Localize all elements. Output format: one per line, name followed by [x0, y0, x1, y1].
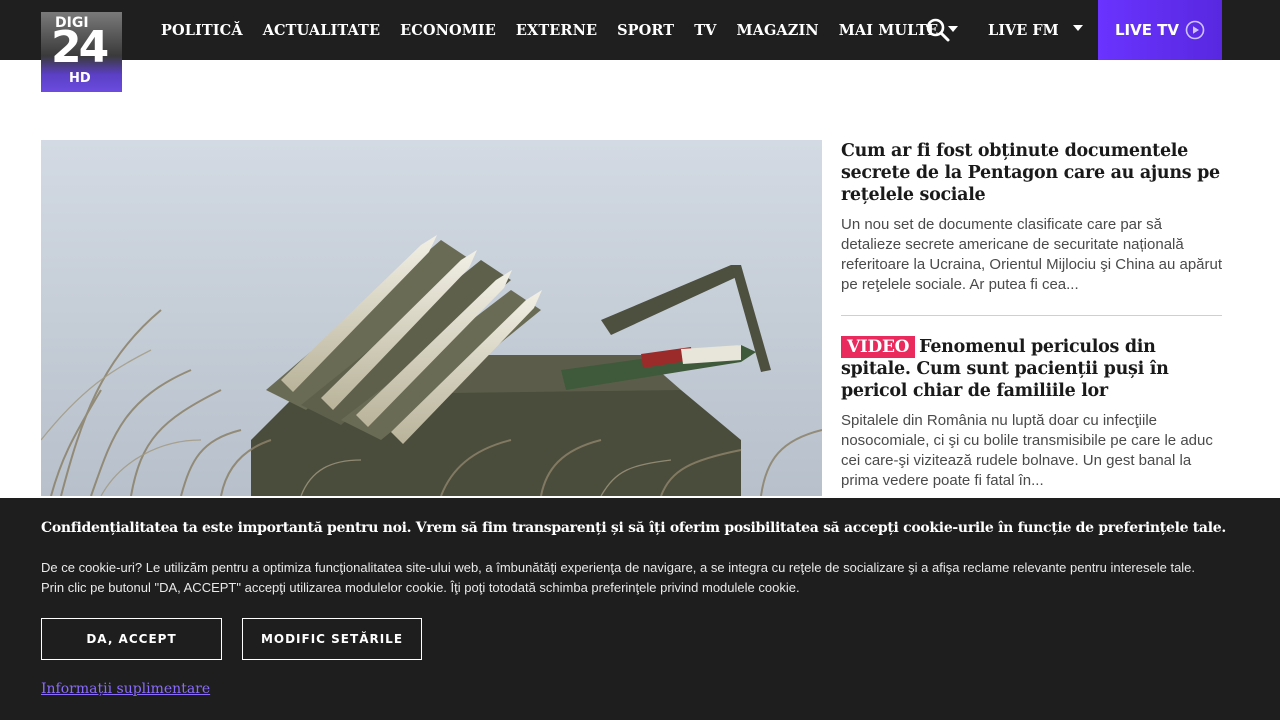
article-summary: Un nou set de documente clasificate care… — [841, 216, 1223, 293]
nav-item-sport[interactable]: SPORT — [617, 22, 674, 39]
nav-item-magazin[interactable]: MAGAZIN — [736, 22, 818, 39]
cookie-settings-button[interactable]: MODIFIC SETĂRILE — [242, 618, 422, 660]
more-info-link[interactable]: Informații suplimentare — [41, 681, 210, 697]
cookie-title: Confidențialitatea ta este importantă pe… — [41, 520, 1226, 536]
video-badge: VIDEO — [841, 336, 916, 358]
nav-item-externe[interactable]: EXTERNE — [516, 22, 597, 39]
chevron-down-icon — [1072, 25, 1083, 31]
hero-article-image[interactable] — [41, 140, 822, 496]
logo-number: 24 — [51, 22, 109, 73]
logo-suffix: HD — [69, 71, 91, 86]
nav-more-label: MAI MULTE — [838, 21, 939, 39]
cookie-description: De ce cookie-uri? Le utilizăm pentru a o… — [41, 558, 1231, 598]
nav-item-economie[interactable]: ECONOMIE — [400, 22, 496, 39]
cookie-text-line: Prin clic pe butonul "DA, ACCEPT" accepţ… — [41, 580, 800, 595]
article-title-wrapper[interactable]: VIDEO Fenomenul periculos din spitale. Cu… — [841, 336, 1222, 402]
nav-item-actualitate[interactable]: ACTUALITATE — [263, 22, 380, 39]
digi24-logo[interactable]: DIGI 24 HD — [41, 12, 122, 92]
main-nav: POLITICĂ ACTUALITATE ECONOMIE EXTERNE SP… — [161, 0, 978, 60]
side-articles: Cum ar fi fost obținute documentele secr… — [841, 140, 1222, 511]
search-icon — [926, 18, 950, 42]
live-fm-dropdown[interactable]: LIVE FM — [988, 0, 1083, 60]
article-title[interactable]: Cum ar fi fost obținute documentele secr… — [841, 140, 1222, 206]
live-tv-label: LIVE TV — [1114, 21, 1180, 39]
live-tv-button[interactable]: LIVE TV — [1098, 0, 1222, 60]
cookie-consent-banner: Confidențialitatea ta este importantă pe… — [0, 498, 1280, 720]
play-circle-icon — [1185, 20, 1205, 40]
article-summary: Spitalele din România nu luptă doar cu i… — [841, 412, 1213, 489]
live-fm-label: LIVE FM — [988, 21, 1059, 39]
nav-item-politica[interactable]: POLITICĂ — [161, 22, 243, 39]
missile-launcher-image — [41, 140, 822, 496]
accept-cookies-button[interactable]: DA, ACCEPT — [41, 618, 222, 660]
side-article: VIDEO Fenomenul periculos din spitale. Cu… — [841, 315, 1222, 511]
cookie-text-line: De ce cookie-uri? Le utilizăm pentru a o… — [41, 560, 1196, 575]
nav-item-tv[interactable]: TV — [694, 22, 716, 39]
side-article: Cum ar fi fost obținute documentele secr… — [841, 140, 1222, 315]
top-navigation-bar: POLITICĂ ACTUALITATE ECONOMIE EXTERNE SP… — [0, 0, 1280, 60]
search-button[interactable] — [925, 17, 951, 43]
